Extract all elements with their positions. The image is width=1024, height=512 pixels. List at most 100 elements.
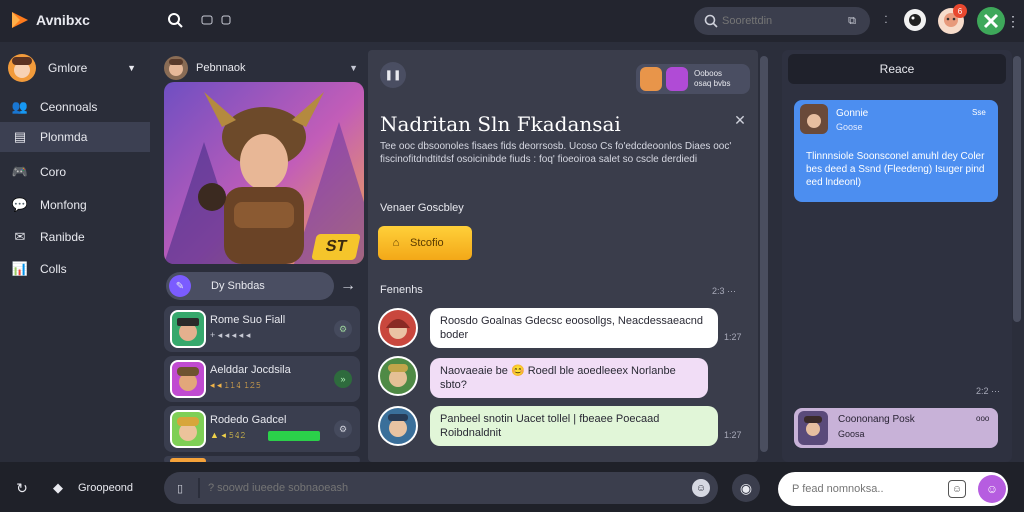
attach-icon[interactable]: ▯ xyxy=(172,480,188,496)
chevron-down-icon[interactable]: ▼ xyxy=(349,63,358,73)
card-sub: Goosa xyxy=(838,429,865,439)
more-icon[interactable]: ⁚ xyxy=(880,12,892,28)
settings-icon[interactable]: ⚙ xyxy=(334,420,352,438)
message-bubble: Panbeel snotin Uacet tollel | fbeaee Poe… xyxy=(430,406,718,446)
avatar xyxy=(170,410,206,448)
right-scrollbar[interactable] xyxy=(1013,56,1021,322)
participants-chip[interactable]: Ooboos osaq bvbs xyxy=(636,64,750,94)
sidebar-item-plonmda[interactable]: ▤ Plonmda xyxy=(0,122,150,152)
message-card[interactable]: Gonnie Goose Sse Tlinnnsiole Soonsconel … xyxy=(794,100,998,202)
grid-icon[interactable] xyxy=(200,12,234,28)
search-icon[interactable] xyxy=(165,10,185,30)
friend-meta: ▲ ◂ 𝟻𝟺𝟸 xyxy=(210,430,246,440)
panel-header[interactable]: Reace xyxy=(788,54,1006,84)
reply-bar[interactable]: ☺ ☺ xyxy=(778,472,1008,506)
emoji-icon[interactable]: ☺ xyxy=(692,479,710,497)
reply-input[interactable] xyxy=(792,480,942,498)
messages-label: Fenenhs xyxy=(380,284,423,296)
sidebar-item-label: Monfong xyxy=(40,198,87,212)
app-logo-icon xyxy=(10,10,30,30)
avatar xyxy=(378,308,418,348)
card-time: 2:2 ⋯ xyxy=(976,386,1001,396)
sidebar: Gmlore ▼ 👥 Ceonnoals ▤ Plonmda 🎮 Coro 💬 Monf… xyxy=(0,42,150,462)
avatar xyxy=(378,406,418,446)
home-icon: ⌂ xyxy=(392,237,400,249)
friend-meta: + ◂ ◂ ◂ ◂ ◂ xyxy=(210,330,251,340)
section-label: Venaer Goscbley xyxy=(380,202,464,214)
card-name: Gonnie xyxy=(836,108,869,119)
search-input[interactable] xyxy=(722,12,832,30)
card-text: Tlinnnsiole Soonsconel amuhl dey Coler b… xyxy=(806,151,985,188)
chevron-down-icon[interactable]: ▼ xyxy=(127,63,136,73)
feature-user-name: Pebnnaok xyxy=(196,62,246,74)
primary-action-label: Stcofio xyxy=(410,237,444,249)
avatar xyxy=(170,310,206,348)
close-icon[interactable]: ✕ xyxy=(732,112,748,128)
send-icon[interactable]: ☺ xyxy=(978,475,1006,503)
chat-icon: 💬 xyxy=(11,197,29,212)
friend-card-3[interactable]: Rodedo Gadcel ▲ ◂ 𝟻𝟺𝟸 ⚙ xyxy=(164,406,360,452)
friend-name: Rome Suo Fiall xyxy=(210,314,286,326)
compose-bar[interactable]: ▯ ☺ xyxy=(164,472,718,504)
sidebar-item-ceonnoals[interactable]: 👥 Ceonnoals xyxy=(0,92,150,122)
message-bubble: Naovaeaie be 😊 Roedl ble aoedleeex Norla… xyxy=(430,358,708,398)
edit-icon: ✎ xyxy=(169,275,191,297)
page-title: Nadritan Sln Fkadansai xyxy=(380,112,621,136)
status-icon[interactable]: » xyxy=(334,370,352,388)
participants-label: Ooboos osaq bvbs xyxy=(694,69,731,88)
sidebar-item-colls[interactable]: 📊 Colls xyxy=(0,254,150,284)
profile-avatar[interactable]: 6 xyxy=(938,4,967,34)
message-time: 1:27 xyxy=(724,430,742,440)
status-icon[interactable]: ⚙ xyxy=(334,320,352,338)
friend-card-1[interactable]: Rome Suo Fiall + ◂ ◂ ◂ ◂ ◂ ⚙ xyxy=(164,306,360,352)
xbox-icon[interactable] xyxy=(977,7,1005,35)
chart-icon: 📊 xyxy=(11,261,29,276)
center-scrollbar[interactable] xyxy=(760,56,768,452)
sidebar-item-coro[interactable]: 🎮 Coro xyxy=(0,157,150,187)
avatar xyxy=(800,104,828,134)
right-panel: Reace Gonnie Goose Sse Tlinnnsiole Soons… xyxy=(782,50,1012,462)
divider xyxy=(198,478,200,498)
card-time: Sse xyxy=(972,108,986,117)
feature-header[interactable]: Pebnnaok ▼ xyxy=(164,56,364,80)
sidebar-item-label: Ceonnoals xyxy=(40,100,98,114)
arrow-right-icon[interactable]: → xyxy=(338,276,358,296)
users-icon: 👥 xyxy=(11,99,29,114)
avatar xyxy=(640,67,662,91)
compose-input[interactable] xyxy=(208,479,668,497)
friend-card-2[interactable]: Aelddar Jocdsila ◂ ◂ 𝟷𝟷𝟺 𝟷𝟸𝟻 » xyxy=(164,356,360,402)
filter-icon[interactable]: ⧉ xyxy=(844,13,860,29)
refresh-icon[interactable]: ↻ xyxy=(12,478,32,498)
sidebar-user-name: Gmlore xyxy=(48,61,88,75)
sidebar-item-ranibde[interactable]: ✉ Ranibde xyxy=(0,222,150,252)
message-time: 1:27 xyxy=(724,332,742,342)
bottom-bar: ↻ ◆ Groopeond ▯ ☺ ◉ ☺ ☺ xyxy=(0,462,1024,512)
inbox-icon: ▤ xyxy=(13,129,27,144)
avatar xyxy=(378,356,418,396)
search-bar[interactable]: ⧉ xyxy=(694,7,870,35)
avatar xyxy=(798,411,828,445)
avatar xyxy=(170,360,206,398)
avatar[interactable] xyxy=(904,9,926,31)
sticker-icon[interactable]: ☺ xyxy=(948,480,966,498)
sidebar-item-label: Ranibde xyxy=(40,230,85,244)
kebab-menu-icon[interactable]: ⋮ xyxy=(1006,11,1020,31)
description-text: Tee ooc dbsoonoles fisaes fids deorrsosb… xyxy=(380,141,732,165)
notification-badge: 6 xyxy=(953,4,967,18)
sidebar-item-monfong[interactable]: 💬 Monfong xyxy=(0,190,150,220)
pause-icon[interactable]: ❚❚ xyxy=(380,62,406,88)
app-title: Avnibxc xyxy=(36,12,90,28)
primary-action-button[interactable]: ⌂ Stcofio xyxy=(378,226,472,260)
message-card[interactable]: Coononang Posk Goosa ooo xyxy=(794,408,998,448)
search-icon xyxy=(704,14,718,28)
game-banner[interactable]: ST xyxy=(164,82,364,264)
camera-icon[interactable]: ◉ xyxy=(732,474,760,502)
avatar xyxy=(666,67,688,91)
friend-meta: ◂ ◂ 𝟷𝟷𝟺 𝟷𝟸𝟻 xyxy=(210,380,262,390)
sidebar-user[interactable]: Gmlore ▼ xyxy=(0,50,150,86)
pill-button[interactable]: ✎ Dy Snbdas xyxy=(166,272,334,300)
sidebar-item-label: Colls xyxy=(40,262,67,276)
card-sub: Goose xyxy=(836,122,863,132)
progress-bar xyxy=(268,431,320,441)
tag-icon[interactable]: ◆ xyxy=(48,478,68,498)
